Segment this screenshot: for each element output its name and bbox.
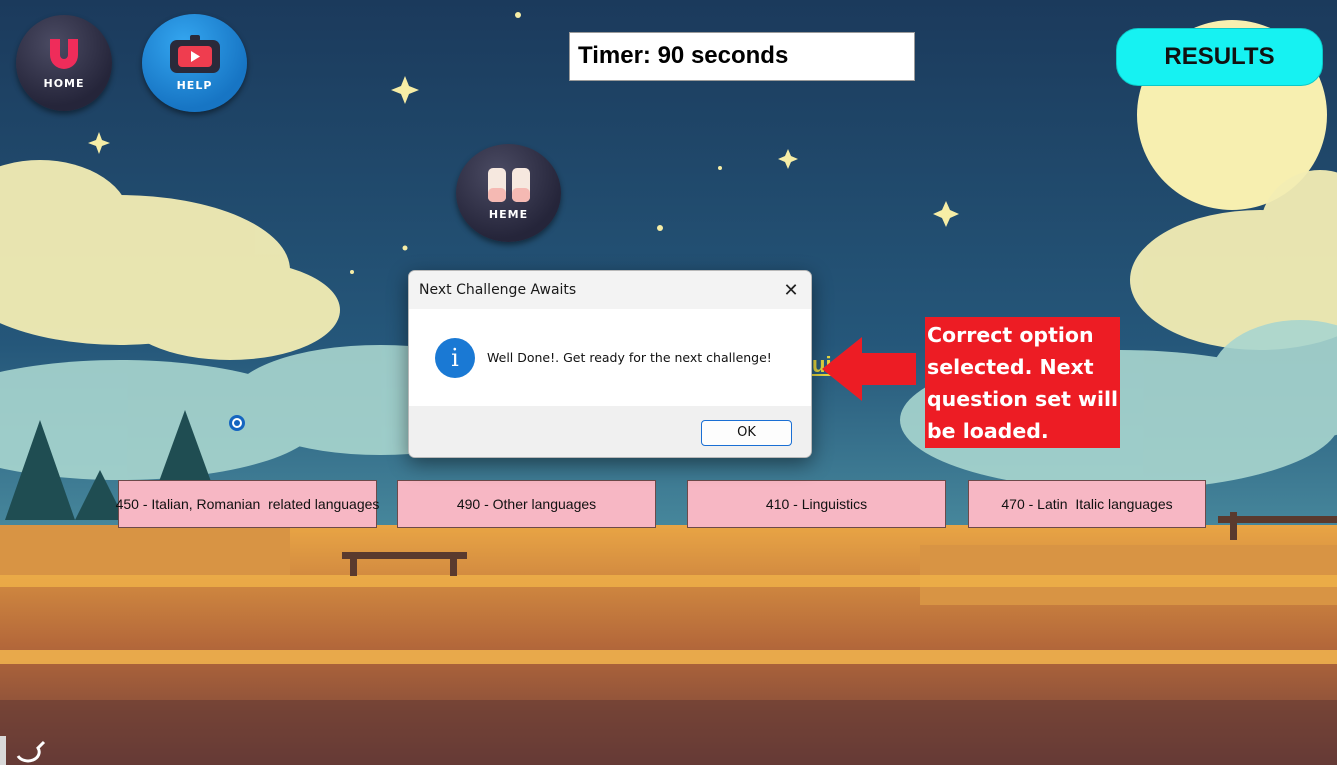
theme-label: HEME (488, 207, 529, 221)
spiral-icon (0, 736, 46, 765)
dialog-title: Next Challenge Awaits (419, 282, 577, 298)
dialog-footer: OK (409, 406, 811, 457)
option-button[interactable]: 490 - Other languages (397, 480, 656, 528)
dialog-message: Well Done!. Get ready for the next chall… (487, 350, 772, 365)
theme-button[interactable]: HEME (456, 144, 561, 242)
timer-display: Timer: 90 seconds (569, 32, 915, 81)
home-label: HOME (43, 76, 85, 90)
info-icon: i (435, 337, 475, 378)
help-label: HELP (176, 78, 213, 92)
close-icon[interactable]: ✕ (771, 271, 811, 309)
help-button[interactable]: HELP (142, 14, 247, 112)
magnet-icon (50, 38, 78, 69)
selection-radio[interactable] (229, 415, 245, 431)
dialog-body: i Well Done!. Get ready for the next cha… (409, 309, 811, 406)
message-dialog: Next Challenge Awaits ✕ i Well Done!. Ge… (408, 270, 812, 458)
video-play-icon (169, 34, 220, 73)
annotation-callout: Correct option selected. Next question s… (925, 317, 1120, 448)
arrow-left-icon (822, 337, 916, 401)
pause-icon (487, 167, 530, 202)
home-button[interactable]: HOME (16, 15, 112, 111)
dialog-titlebar: Next Challenge Awaits ✕ (409, 271, 811, 309)
ok-button[interactable]: OK (701, 419, 792, 446)
option-button[interactable]: 410 - Linguistics (687, 480, 946, 528)
option-button[interactable]: 470 - Latin Italic languages (968, 480, 1206, 528)
option-button[interactable]: 450 - Italian, Romanian related language… (116, 480, 379, 528)
results-button[interactable]: RESULTS (1116, 28, 1323, 86)
